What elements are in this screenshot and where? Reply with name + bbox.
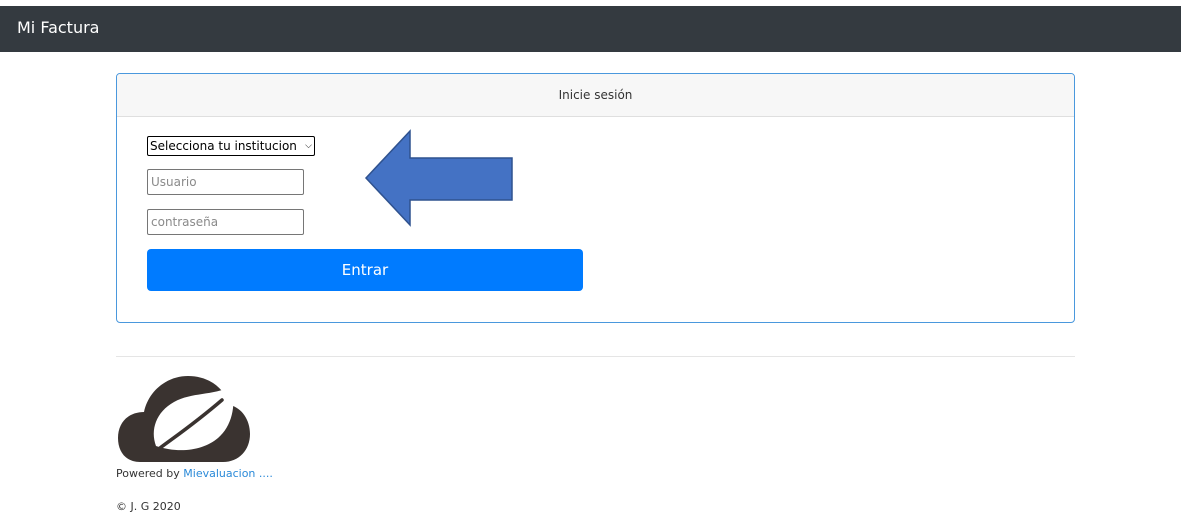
navbar: Mi Factura xyxy=(0,6,1181,52)
brand-link[interactable]: Mi Factura xyxy=(17,18,99,38)
footer-divider xyxy=(116,356,1075,357)
login-card-header: Inicie sesión xyxy=(117,74,1074,117)
username-input[interactable] xyxy=(147,169,304,195)
institution-select-value: Selecciona tu institucion xyxy=(150,139,297,153)
password-input[interactable] xyxy=(147,209,304,235)
institution-select[interactable]: Selecciona tu institucion ⌵ xyxy=(147,136,315,156)
login-submit-button[interactable]: Entrar xyxy=(147,249,583,291)
login-card: Inicie sesión Selecciona tu institucion … xyxy=(116,73,1075,323)
chevron-down-icon: ⌵ xyxy=(305,141,312,151)
cloud-leaf-logo xyxy=(118,376,250,462)
powered-by-text: Powered by Mievaluacion .... xyxy=(116,467,273,480)
powered-by-prefix: Powered by xyxy=(116,467,184,480)
left-arrow-icon xyxy=(364,129,513,227)
powered-by-link[interactable]: Mievaluacion .... xyxy=(183,467,273,480)
copyright-text: © J. G 2020 xyxy=(116,500,181,513)
